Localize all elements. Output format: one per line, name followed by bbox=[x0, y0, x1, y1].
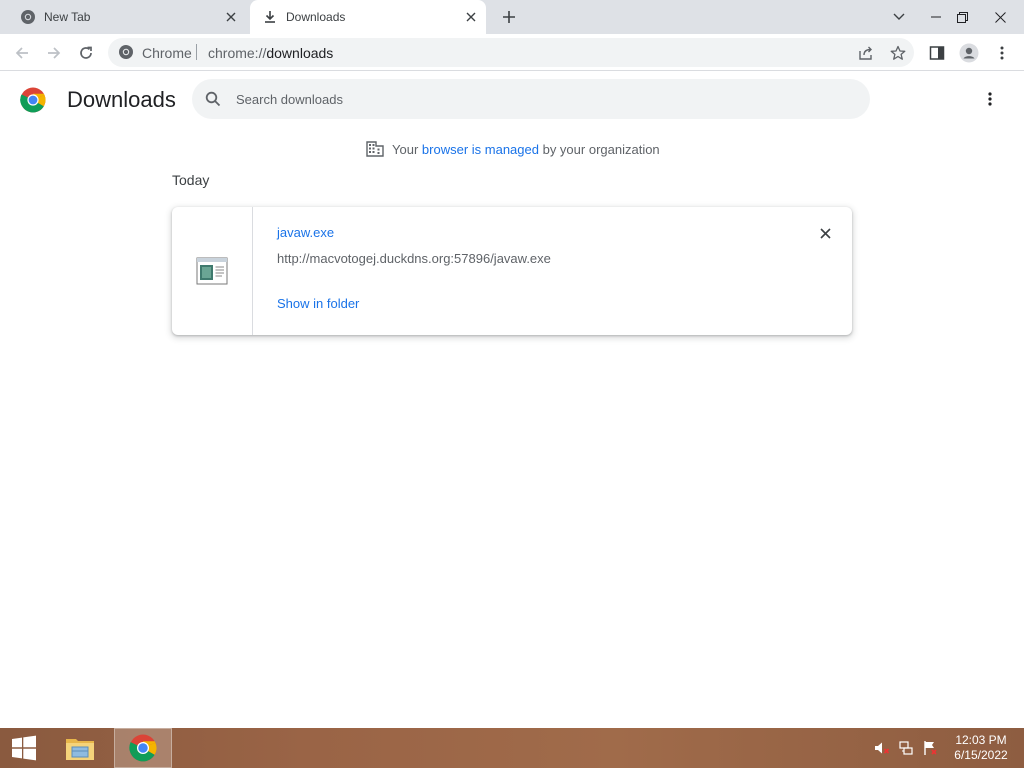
folder-icon bbox=[66, 739, 94, 760]
kebab-menu-icon bbox=[988, 92, 992, 106]
show-in-folder-link[interactable]: Show in folder bbox=[277, 296, 359, 311]
volume-muted-icon[interactable] bbox=[874, 740, 890, 756]
divider bbox=[196, 44, 197, 60]
file-icon-column bbox=[172, 207, 253, 335]
tab-downloads[interactable]: Downloads bbox=[250, 0, 486, 34]
forward-button[interactable] bbox=[41, 40, 67, 66]
close-tab-icon[interactable] bbox=[222, 8, 240, 26]
downloads-header: Downloads bbox=[0, 72, 1024, 128]
managed-link[interactable]: browser is managed bbox=[422, 142, 539, 157]
browser-toolbar: Chrome chrome://downloads bbox=[0, 34, 1024, 71]
tab-search-button[interactable] bbox=[883, 0, 915, 34]
close-window-button[interactable] bbox=[984, 0, 1016, 34]
windows-taskbar: 12:03 PM 6/15/2022 bbox=[0, 728, 1024, 768]
arrow-left-icon bbox=[15, 47, 28, 59]
start-button[interactable] bbox=[0, 728, 48, 768]
file-name-link[interactable]: javaw.exe bbox=[277, 225, 334, 240]
action-center-flag-icon[interactable] bbox=[922, 740, 938, 756]
windows-logo-icon bbox=[12, 735, 36, 761]
share-icon bbox=[859, 46, 872, 60]
share-button[interactable] bbox=[856, 43, 876, 63]
managed-suffix: by your organization bbox=[542, 141, 660, 157]
managed-prefix: Your bbox=[392, 141, 419, 157]
chrome-logo-icon bbox=[20, 87, 46, 113]
date-heading: Today bbox=[172, 172, 210, 188]
chrome-icon bbox=[129, 734, 157, 762]
star-icon bbox=[890, 45, 906, 60]
search-icon bbox=[205, 91, 221, 107]
reload-icon bbox=[80, 46, 92, 59]
site-chip-label: Chrome bbox=[142, 45, 192, 61]
managed-notice: Your browser is managed by your organiza… bbox=[366, 140, 660, 158]
system-clock[interactable]: 12:03 PM 6/15/2022 bbox=[948, 733, 1014, 763]
profile-button[interactable] bbox=[956, 40, 982, 66]
new-tab-button[interactable] bbox=[498, 6, 520, 28]
close-icon bbox=[994, 11, 1006, 23]
tab-strip: New Tab Downloads bbox=[0, 0, 1024, 34]
search-input[interactable] bbox=[236, 89, 836, 109]
tab-title: New Tab bbox=[44, 10, 91, 24]
side-panel-button[interactable] bbox=[924, 40, 950, 66]
chrome-menu-button[interactable] bbox=[989, 40, 1015, 66]
taskbar-chrome[interactable] bbox=[114, 728, 172, 768]
download-icon bbox=[265, 11, 275, 23]
close-icon bbox=[819, 227, 831, 239]
avatar-icon bbox=[959, 43, 979, 63]
kebab-menu-icon bbox=[1000, 46, 1004, 60]
taskbar-file-explorer[interactable] bbox=[52, 728, 110, 768]
search-downloads-box[interactable] bbox=[192, 79, 870, 119]
downloads-menu-button[interactable] bbox=[978, 87, 1002, 111]
url-text: chrome://downloads bbox=[208, 45, 333, 61]
page-title: Downloads bbox=[67, 87, 176, 112]
clock-time: 12:03 PM bbox=[955, 733, 1007, 747]
chrome-icon bbox=[21, 10, 35, 24]
arrow-right-icon bbox=[48, 47, 61, 59]
chrome-icon bbox=[119, 45, 133, 59]
clock-date: 6/15/2022 bbox=[954, 748, 1008, 762]
building-icon bbox=[366, 141, 384, 157]
file-source-url: http://macvotogej.duckdns.org:57896/java… bbox=[277, 251, 551, 266]
plus-icon bbox=[503, 11, 515, 23]
download-item: javaw.exe http://macvotogej.duckdns.org:… bbox=[172, 207, 852, 335]
url-host: downloads bbox=[266, 45, 334, 61]
tab-title: Downloads bbox=[286, 10, 346, 24]
tab-new-tab[interactable]: New Tab bbox=[8, 0, 246, 34]
url-scheme: chrome:// bbox=[208, 45, 267, 61]
address-bar[interactable]: Chrome chrome://downloads bbox=[108, 38, 914, 67]
restore-icon bbox=[956, 11, 968, 23]
side-panel-icon bbox=[929, 46, 945, 60]
network-icon[interactable] bbox=[898, 740, 914, 756]
restore-button[interactable] bbox=[946, 0, 978, 34]
remove-download-button[interactable] bbox=[815, 223, 835, 243]
reload-button[interactable] bbox=[73, 40, 99, 66]
back-button[interactable] bbox=[9, 40, 35, 66]
bookmark-button[interactable] bbox=[888, 43, 908, 63]
chevron-down-icon bbox=[893, 13, 905, 20]
close-tab-icon[interactable] bbox=[462, 8, 480, 26]
minimize-icon bbox=[931, 16, 941, 18]
executable-file-icon bbox=[196, 257, 228, 285]
